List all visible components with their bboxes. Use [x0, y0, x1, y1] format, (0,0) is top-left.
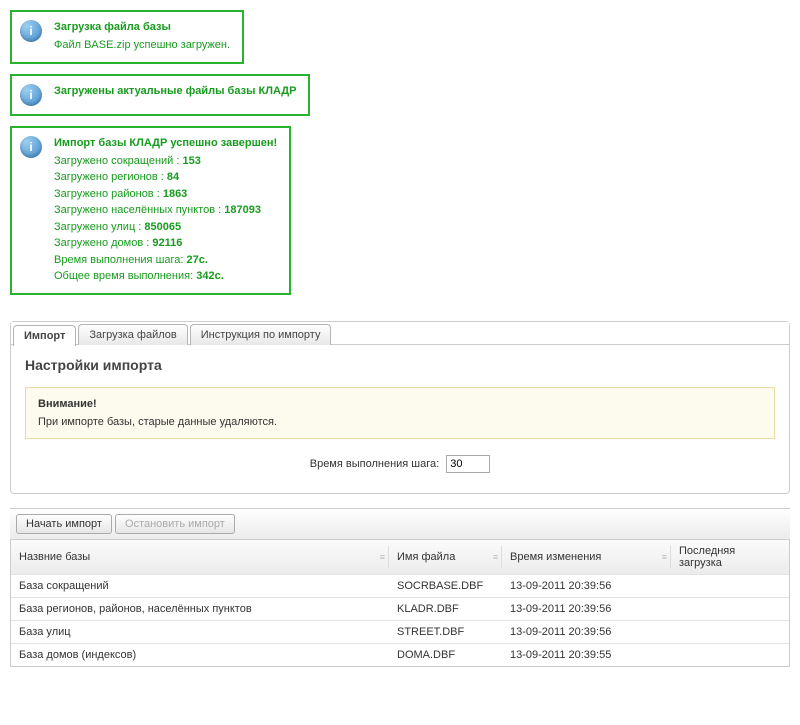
alert-body: При импорте базы, старые данные удаляютс… — [38, 416, 762, 428]
panel-heading: Настройки импорта — [25, 357, 775, 373]
bases-grid: Назвние базы≡ Имя файла≡ Время изменения… — [10, 540, 790, 667]
table-row[interactable]: База регионов, районов, населённых пункт… — [11, 598, 789, 621]
notice-line: Файл BASE.zip успешно загружен. — [54, 37, 230, 54]
grid-header: Назвние базы≡ Имя файла≡ Время изменения… — [11, 540, 789, 575]
start-import-button[interactable]: Начать импорт — [16, 514, 112, 534]
stop-import-button[interactable]: Остановить импорт — [115, 514, 235, 534]
tab-upload[interactable]: Загрузка файлов — [78, 324, 187, 345]
step-time-label: Время выполнения шага: — [310, 458, 439, 470]
notice-title: Загружены актуальные файлы базы КЛАДР — [54, 85, 296, 97]
notice-title: Импорт базы КЛАДР успешно завершен! — [54, 137, 277, 149]
sort-icon: ≡ — [493, 552, 497, 562]
notice-line: Общее время выполнения: 342с. — [54, 268, 277, 285]
notice-upload: i Загрузка файла базы Файл BASE.zip успе… — [10, 10, 244, 64]
notice-title: Загрузка файла базы — [54, 21, 230, 33]
notice-line: Время выполнения шага: 27с. — [54, 252, 277, 269]
notice-files: i Загружены актуальные файлы базы КЛАДР — [10, 74, 310, 116]
notice-line: Загружено населённых пунктов : 187093 — [54, 202, 277, 219]
tab-strip: Импорт Загрузка файлов Инструкция по имп… — [11, 322, 789, 345]
notice-line: Загружено сокращений : 153 — [54, 153, 277, 170]
info-icon: i — [20, 20, 42, 42]
notice-line: Загружено регионов : 84 — [54, 169, 277, 186]
table-row[interactable]: База улиц STREET.DBF 13-09-2011 20:39:56 — [11, 621, 789, 644]
info-icon: i — [20, 136, 42, 158]
sort-icon: ≡ — [380, 552, 384, 562]
notice-import-done: i Импорт базы КЛАДР успешно завершен! За… — [10, 126, 291, 295]
tab-import[interactable]: Импорт — [13, 325, 76, 346]
tab-instructions[interactable]: Инструкция по импорту — [190, 324, 332, 345]
col-file[interactable]: Имя файла≡ — [389, 546, 502, 568]
step-time-input[interactable] — [446, 455, 490, 473]
col-name[interactable]: Назвние базы≡ — [11, 546, 389, 568]
col-mtime[interactable]: Время изменения≡ — [502, 546, 671, 568]
import-panel: Импорт Загрузка файлов Инструкция по имп… — [10, 321, 790, 494]
info-icon: i — [20, 84, 42, 106]
warning-alert: Внимание! При импорте базы, старые данны… — [25, 387, 775, 439]
table-row[interactable]: База домов (индексов) DOMA.DBF 13-09-201… — [11, 644, 789, 666]
action-toolbar: Начать импорт Остановить импорт — [10, 508, 790, 540]
notice-line: Загружено домов : 92116 — [54, 235, 277, 252]
notice-line: Загружено районов : 1863 — [54, 186, 277, 203]
alert-title: Внимание! — [38, 398, 762, 410]
table-row[interactable]: База сокращений SOCRBASE.DBF 13-09-2011 … — [11, 575, 789, 598]
notice-line: Загружено улиц : 850065 — [54, 219, 277, 236]
sort-icon: ≡ — [662, 552, 666, 562]
col-last[interactable]: Последняя загрузка — [671, 540, 789, 574]
